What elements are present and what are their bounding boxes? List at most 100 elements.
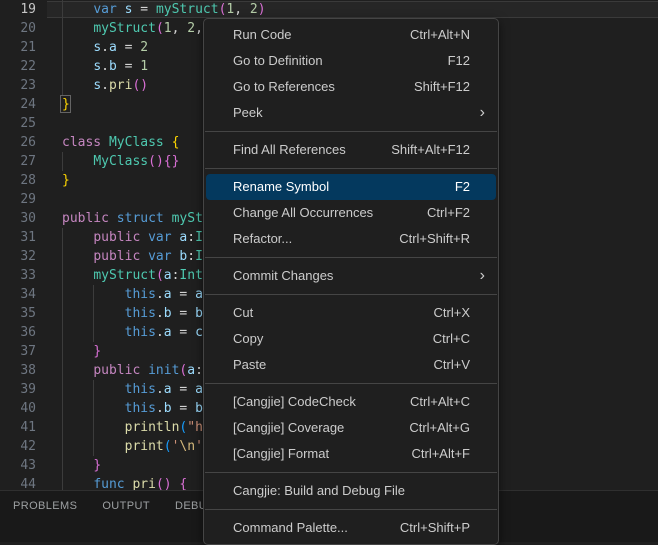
line-number: 37 (0, 342, 36, 361)
menu-item-cangjie-codecheck[interactable]: [Cangjie] CodeCheckCtrl+Alt+C (206, 389, 496, 415)
menu-item-cangjie-format[interactable]: [Cangjie] FormatCtrl+Alt+F (206, 441, 496, 467)
code-token: . (156, 287, 164, 302)
code-token: } (93, 344, 101, 359)
code-text[interactable]: this.b = b (62, 304, 203, 323)
line-number: 24 (0, 95, 36, 114)
code-token: ) (156, 154, 164, 169)
code-token: 2 (140, 40, 148, 55)
code-token: public (93, 249, 140, 264)
menu-item-go-to-definition[interactable]: Go to DefinitionF12 (206, 48, 496, 74)
line-number: 38 (0, 361, 36, 380)
menu-item-go-to-references[interactable]: Go to ReferencesShift+F12 (206, 74, 496, 100)
menu-item-change-all-occurrences[interactable]: Change All OccurrencesCtrl+F2 (206, 200, 496, 226)
menu-item-shortcut: Ctrl+Alt+C (410, 389, 470, 415)
code-token: myStruct (156, 2, 219, 17)
menu-item-label: Command Palette... (233, 515, 348, 541)
menu-separator (205, 131, 497, 132)
code-token: myStruct (93, 268, 156, 283)
menu-item-shortcut: Ctrl+Shift+R (399, 226, 470, 252)
code-text[interactable]: } (62, 171, 70, 190)
menu-item-command-palette[interactable]: Command Palette...Ctrl+Shift+P (206, 515, 496, 541)
code-text[interactable]: class MyClass { (62, 133, 179, 152)
code-text[interactable]: s.a = 2 (62, 38, 148, 57)
code-text[interactable]: print('\n' (62, 437, 203, 456)
code-token: . (156, 401, 164, 416)
code-token: ) (140, 78, 148, 93)
panel-tab-output[interactable]: OUTPUT (102, 500, 150, 512)
code-token: \n (179, 439, 195, 454)
code-text[interactable]: var s = myStruct(1, 2) (62, 0, 266, 19)
code-text[interactable]: this.b = b (62, 399, 203, 418)
menu-item-copy[interactable]: Copy Ctrl+C (206, 326, 496, 352)
code-token: this (125, 325, 156, 340)
menu-item-label: Copy (233, 326, 263, 352)
code-token: a (187, 363, 195, 378)
code-token (109, 211, 117, 226)
line-number: 39 (0, 380, 36, 399)
code-token: ' (195, 439, 203, 454)
bracket-match-box (60, 95, 71, 113)
code-text[interactable]: this.a = a (62, 380, 203, 399)
menu-item-find-all-references[interactable]: Find All ReferencesShift+Alt+F12 (206, 137, 496, 163)
line-number: 26 (0, 133, 36, 152)
code-text[interactable]: } (62, 342, 101, 361)
code-text[interactable]: myStruct(1, 2, (62, 19, 211, 38)
code-token: ( (164, 439, 172, 454)
code-token: } (172, 154, 180, 169)
line-number: 41 (0, 418, 36, 437)
code-token: a (109, 40, 117, 55)
code-token: } (62, 173, 70, 188)
code-token: = (172, 287, 195, 302)
menu-separator (205, 509, 497, 510)
code-token (62, 325, 125, 340)
menu-item-shortcut: Ctrl+C (433, 326, 470, 352)
code-text[interactable]: myStruct(a:Int64 (62, 266, 219, 285)
code-token: MyClass (109, 135, 164, 150)
code-token: s (93, 40, 101, 55)
code-token: b (164, 306, 172, 321)
menu-item-label: Paste (233, 352, 266, 378)
code-token: this (125, 401, 156, 416)
panel-tab-problems[interactable]: PROBLEMS (13, 500, 77, 512)
code-text[interactable]: s.pri() (62, 76, 148, 95)
code-token: = (172, 325, 195, 340)
code-line[interactable]: 19 var s = myStruct(1, 2) (0, 0, 658, 19)
code-token: ( (148, 154, 156, 169)
code-text[interactable]: this.a = c (62, 323, 203, 342)
code-token: public (93, 363, 140, 378)
code-token: : (187, 230, 195, 245)
code-token: , (172, 21, 188, 36)
code-text[interactable]: MyClass(){} (62, 152, 179, 171)
code-text[interactable]: s.b = 1 (62, 57, 148, 76)
menu-separator (205, 383, 497, 384)
menu-item-cut[interactable]: CutCtrl+X (206, 300, 496, 326)
code-token: this (125, 287, 156, 302)
code-token: b (195, 401, 203, 416)
code-token: this (125, 382, 156, 397)
code-token: . (101, 78, 109, 93)
menu-item-run-code[interactable]: Run CodeCtrl+Alt+N (206, 22, 496, 48)
code-text[interactable]: func pri() { (62, 475, 187, 490)
code-token: { (172, 135, 180, 150)
code-text[interactable]: println("h (62, 418, 203, 437)
code-token (62, 401, 125, 416)
menu-item-peek[interactable]: Peek› (206, 100, 496, 126)
menu-item-label: Commit Changes (233, 263, 333, 289)
code-text[interactable]: } (62, 456, 101, 475)
menu-item-shortcut: Ctrl+F2 (427, 200, 470, 226)
menu-item-shortcut: Ctrl+X (434, 300, 470, 326)
code-token: ( (156, 268, 164, 283)
line-number: 40 (0, 399, 36, 418)
code-token: b (164, 401, 172, 416)
menu-item-paste[interactable]: PasteCtrl+V (206, 352, 496, 378)
menu-item-refactor[interactable]: Refactor...Ctrl+Shift+R (206, 226, 496, 252)
code-text[interactable]: this.a = a (62, 285, 203, 304)
code-token (62, 382, 125, 397)
code-token (164, 211, 172, 226)
menu-item-commit-changes[interactable]: Commit Changes› (206, 263, 496, 289)
code-token: ) (258, 2, 266, 17)
menu-item-cangjie-coverage[interactable]: [Cangjie] CoverageCtrl+Alt+G (206, 415, 496, 441)
menu-item-cangjie-build-and-debug-file[interactable]: Cangjie: Build and Debug File (206, 478, 496, 504)
code-token: pri (109, 78, 132, 93)
menu-item-rename-symbol[interactable]: Rename SymbolF2 (206, 174, 496, 200)
